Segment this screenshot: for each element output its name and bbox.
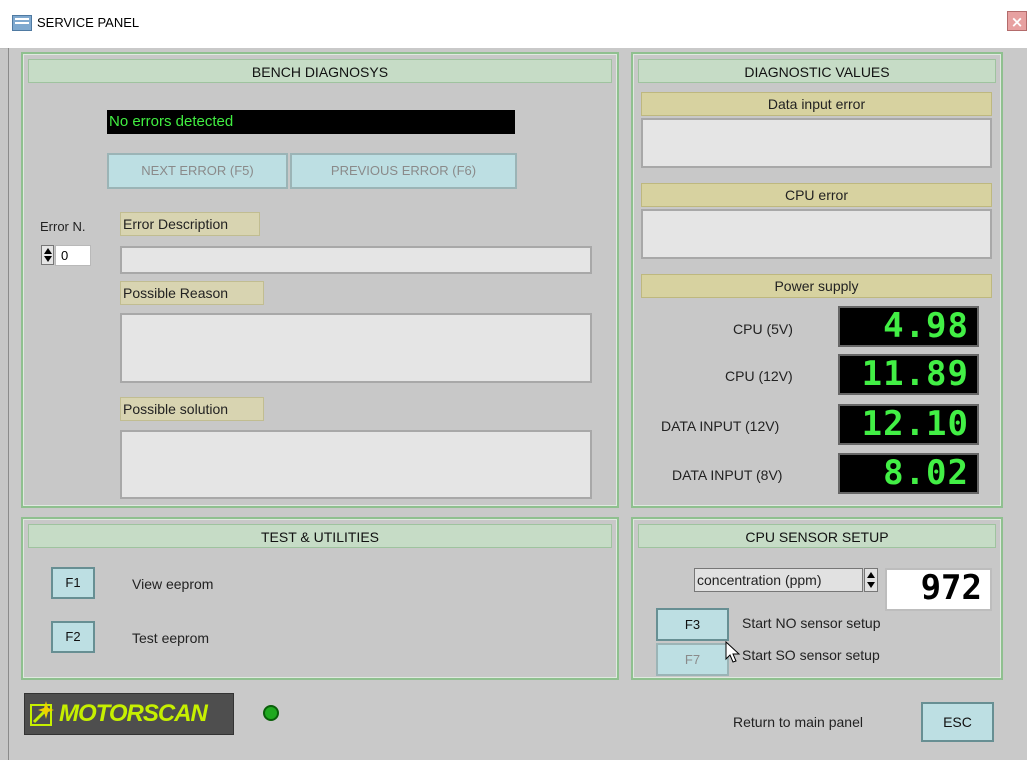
spinner-up-icon[interactable] xyxy=(44,248,52,254)
test-utilities-panel: TEST & UTILITIES F1 View eeprom F2 Test … xyxy=(21,517,619,680)
logo-mark-icon xyxy=(30,701,54,726)
error-number-spinner[interactable] xyxy=(41,245,54,265)
power-supply-label: Power supply xyxy=(641,274,992,298)
data-input-error-label: Data input error xyxy=(641,92,992,116)
data-input-12v-display: 12.10 xyxy=(838,404,979,445)
status-led xyxy=(263,705,279,721)
f3-button[interactable]: F3 xyxy=(656,608,729,641)
previous-error-button[interactable]: PREVIOUS ERROR (F6) xyxy=(290,153,517,189)
test-utilities-header: TEST & UTILITIES xyxy=(28,524,612,548)
concentration-label-box: concentration (ppm) xyxy=(694,568,863,592)
service-panel-client: BENCH DIAGNOSYS No errors detected NEXT … xyxy=(8,48,1027,760)
next-error-button[interactable]: NEXT ERROR (F5) xyxy=(107,153,288,189)
error-description-field xyxy=(120,246,592,274)
cpu-error-label: CPU error xyxy=(641,183,992,207)
concentration-spinner[interactable] xyxy=(864,568,878,592)
diagnostic-values-header: DIAGNOSTIC VALUES xyxy=(638,59,996,83)
cpu-5v-label: CPU (5V) xyxy=(733,321,793,337)
window-icon xyxy=(12,15,32,31)
f2-button[interactable]: F2 xyxy=(51,621,95,653)
spinner-up-icon[interactable] xyxy=(867,572,875,578)
cpu-error-field xyxy=(641,209,992,259)
possible-reason-label-bg: Possible Reason xyxy=(120,281,264,305)
window-title: SERVICE PANEL xyxy=(37,15,140,30)
bench-diagnosys-header: BENCH DIAGNOSYS xyxy=(28,59,612,83)
cpu-sensor-setup-panel: CPU SENSOR SETUP concentration (ppm) 972… xyxy=(631,517,1003,680)
start-so-sensor-label: Start SO sensor setup xyxy=(742,647,880,663)
possible-reason-field xyxy=(120,313,592,383)
cpu-12v-display: 11.89 xyxy=(838,354,979,395)
f7-button[interactable]: F7 xyxy=(656,643,729,676)
spinner-down-icon[interactable] xyxy=(867,582,875,588)
bench-diagnosys-panel: BENCH DIAGNOSYS No errors detected NEXT … xyxy=(21,52,619,508)
error-description-label: Error Description xyxy=(123,216,229,232)
return-to-main-label: Return to main panel xyxy=(733,714,863,730)
diagnostic-values-panel: DIAGNOSTIC VALUES Data input error CPU e… xyxy=(631,52,1003,508)
possible-solution-label: Possible solution xyxy=(123,401,229,417)
error-description-label-bg: Error Description xyxy=(120,212,260,236)
data-input-8v-label: DATA INPUT (8V) xyxy=(672,467,783,483)
possible-solution-label-bg: Possible solution xyxy=(120,397,264,421)
logo-text: MOTORSCAN xyxy=(59,700,208,727)
data-input-8v-display: 8.02 xyxy=(838,453,979,494)
data-input-12v-label: DATA INPUT (12V) xyxy=(661,418,780,434)
view-eeprom-label: View eeprom xyxy=(132,576,214,592)
concentration-display[interactable]: 972 xyxy=(885,568,992,611)
title-bar: SERVICE PANEL × xyxy=(0,0,1027,49)
cpu-sensor-setup-header: CPU SENSOR SETUP xyxy=(638,524,996,548)
error-number-label: Error N. xyxy=(40,219,86,234)
possible-reason-label: Possible Reason xyxy=(123,285,229,301)
motorscan-logo: MOTORSCAN xyxy=(24,693,234,735)
start-no-sensor-label: Start NO sensor setup xyxy=(742,615,881,631)
concentration-label: concentration (ppm) xyxy=(697,572,822,588)
data-input-error-field xyxy=(641,118,992,168)
error-status-display: No errors detected xyxy=(107,110,515,134)
error-number-field[interactable]: 0 xyxy=(55,245,91,266)
cpu-12v-label: CPU (12V) xyxy=(725,368,793,384)
mouse-cursor-icon xyxy=(725,641,741,663)
spinner-down-icon[interactable] xyxy=(44,256,52,262)
esc-button[interactable]: ESC xyxy=(921,702,994,742)
f1-button[interactable]: F1 xyxy=(51,567,95,599)
possible-solution-field xyxy=(120,430,592,499)
close-button[interactable]: × xyxy=(1007,11,1027,31)
cpu-5v-display: 4.98 xyxy=(838,306,979,347)
test-eeprom-label: Test eeprom xyxy=(132,630,210,646)
